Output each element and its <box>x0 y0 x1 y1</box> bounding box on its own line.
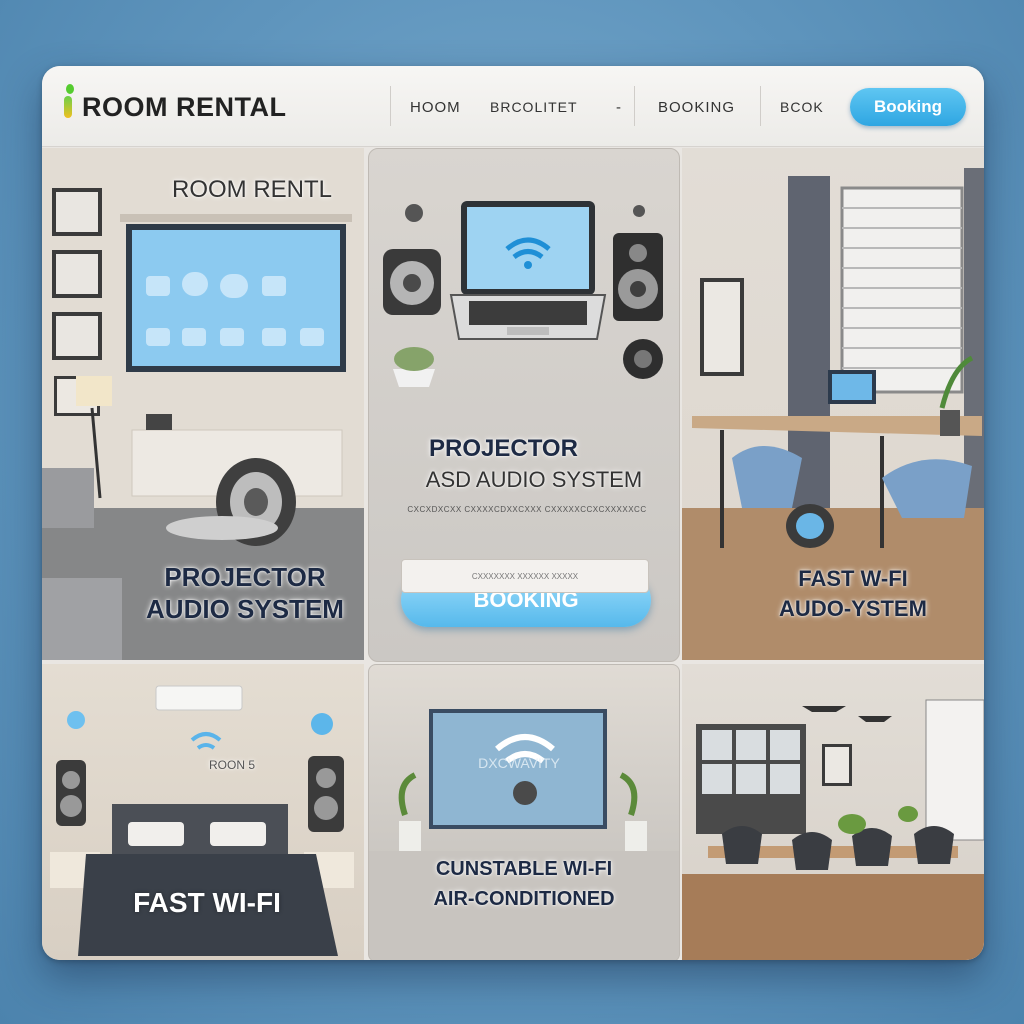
devices-illustration <box>383 201 663 387</box>
nav-item-home[interactable]: HOOM <box>410 99 461 116</box>
feature-label: PROJECTOR <box>164 562 326 592</box>
room-card-office[interactable]: FAST W-FI AUDO-YSTEM <box>682 148 984 660</box>
room-card-tv[interactable]: DXCWAVITY CUNSTABLE WI-FI AIR-CONDITIONE… <box>368 664 680 960</box>
feature-label: CUNSTABLE WI-FI <box>435 858 613 880</box>
card-title: PROJECTOR <box>429 435 578 462</box>
nav-item-secondary[interactable]: BRCOLITET <box>490 99 578 115</box>
room-card-dining[interactable] <box>682 664 984 960</box>
header-bar: ROOM RENTAL HOOM BRCOLITET - BOOKING BCO… <box>42 66 984 147</box>
feature-label: AIR-CONDITIONED <box>433 888 615 910</box>
card-caption: CXCXDXCXX CXXXXCDXXCXXX CXXXXXCCXCXXXXXC… <box>407 505 647 514</box>
feature-card-center: PROJECTOR ASD AUDIO SYSTEM CXCXDXCXX CXX… <box>368 148 680 662</box>
tv-room-illustration <box>369 709 679 960</box>
feature-label: FAST W-FI <box>798 566 908 591</box>
nav-divider <box>760 86 761 126</box>
room-card-living[interactable]: PROJECTOR AUDIO SYSTEM ROOM RENTL <box>42 148 364 660</box>
feature-label: FAST WI-FI <box>133 887 281 918</box>
room-sign: ROON 5 <box>208 758 255 772</box>
feature-label: AUDIO SYSTEM <box>146 594 344 624</box>
text-input[interactable]: CXXXXXXX XXXXXX XXXXX <box>401 559 649 593</box>
logo-icon <box>64 84 74 118</box>
app-window: ROOM RENTAL HOOM BRCOLITET - BOOKING BCO… <box>42 66 984 960</box>
app-logo[interactable]: ROOM RENTAL <box>82 92 286 123</box>
room-sign: ROOM RENTL <box>171 176 332 203</box>
nav-divider <box>390 86 391 126</box>
nav-divider <box>634 86 635 126</box>
feature-label: AUDO-YSTEM <box>779 596 927 621</box>
booking-button[interactable]: Booking <box>850 88 966 126</box>
room-card-bedroom[interactable]: ROON 5 FAST WI-FI <box>42 664 364 960</box>
nav-item-separator: - <box>616 99 622 116</box>
nav-item-booking[interactable]: BOOKING <box>658 99 735 116</box>
nav-item-book[interactable]: BCOK <box>780 99 824 115</box>
card-subtitle: ASD AUDIO SYSTEM <box>425 467 643 492</box>
dining-room-illustration <box>682 699 984 960</box>
screen-text: DXCWAVITY <box>478 755 560 771</box>
